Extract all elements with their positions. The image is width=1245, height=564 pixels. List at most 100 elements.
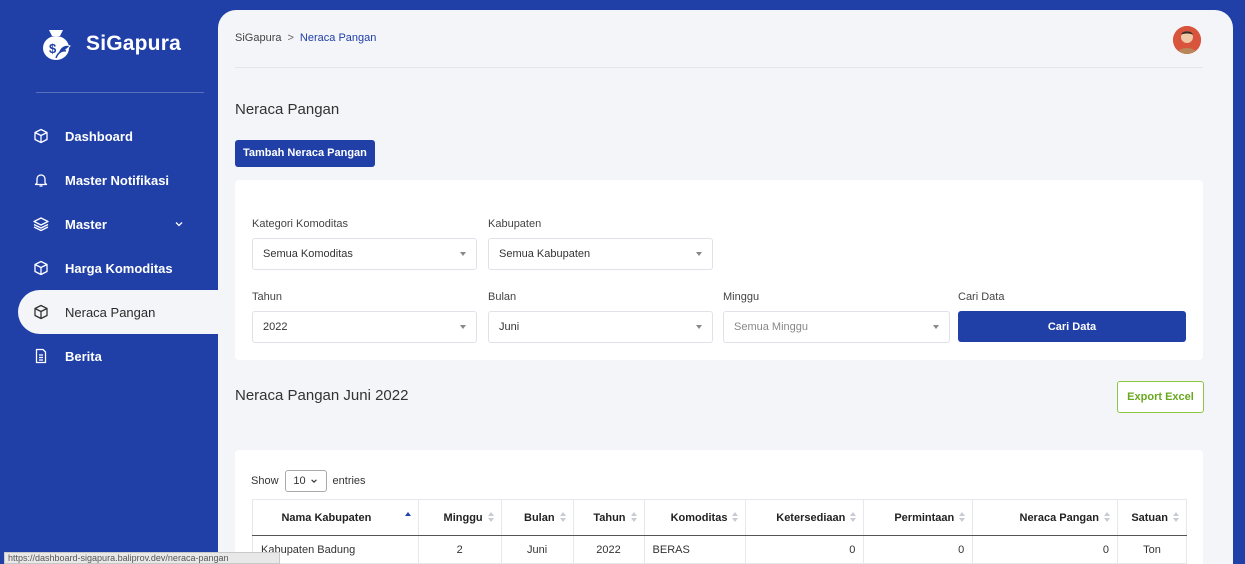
topbar: SiGapura > Neraca Pangan <box>235 10 1203 68</box>
sidebar-nav: Dashboard Master Notifikasi Master Harga… <box>0 114 218 378</box>
sidebar-item-master-notifikasi[interactable]: Master Notifikasi <box>0 158 218 202</box>
cell-satuan: Ton <box>1116 535 1188 564</box>
sidebar-item-label: Master <box>65 216 107 232</box>
cell-tahun: 2022 <box>572 535 645 564</box>
col-bulan[interactable]: Bulan <box>500 499 574 536</box>
caret-down-icon <box>933 325 939 329</box>
col-permintaan[interactable]: Permintaan <box>863 499 974 536</box>
kategori-label: Kategori Komoditas <box>252 218 348 230</box>
sort-icon <box>732 512 739 524</box>
col-satuan[interactable]: Satuan <box>1116 499 1188 536</box>
sort-icon <box>850 512 857 524</box>
cari-data-button[interactable]: Cari Data <box>958 311 1186 342</box>
sidebar-item-label: Dashboard <box>65 128 133 144</box>
sidebar-item-label: Berita <box>65 348 102 364</box>
sidebar-item-neraca-pangan[interactable]: Neraca Pangan <box>18 290 218 334</box>
table-row[interactable]: Kabupaten Badung 2 Juni 2022 BERAS 0 0 0… <box>252 535 1188 564</box>
breadcrumb: SiGapura > Neraca Pangan <box>235 32 376 44</box>
caret-down-icon <box>460 325 466 329</box>
kabupaten-label: Kabupaten <box>488 218 542 230</box>
cari-data-label: Cari Data <box>958 291 1005 303</box>
sort-icon <box>559 512 566 524</box>
table-card: Show 10 entries Nama Kabupaten Minggu Bu… <box>235 450 1203 564</box>
sidebar-item-harga-komoditas[interactable]: Harga Komoditas <box>0 246 218 290</box>
sidebar-item-label: Neraca Pangan <box>65 304 156 320</box>
cell-komoditas: BERAS <box>643 535 747 564</box>
sort-icon <box>487 512 494 524</box>
caret-down-icon <box>460 252 466 256</box>
bulan-select[interactable]: Juni <box>488 311 713 343</box>
cube-icon <box>33 260 49 276</box>
col-label: Neraca Pangan <box>1019 511 1099 524</box>
col-label: Satuan <box>1131 511 1168 524</box>
sort-asc-icon <box>404 512 411 524</box>
minggu-select[interactable]: Semua Minggu <box>723 311 950 343</box>
bulan-label: Bulan <box>488 291 517 303</box>
chevron-down-icon <box>310 479 317 483</box>
cell-permintaan: 0 <box>863 535 974 564</box>
sort-icon <box>1103 512 1110 524</box>
chevron-down-icon <box>175 222 183 227</box>
col-neraca-pangan[interactable]: Neraca Pangan <box>972 499 1118 536</box>
col-nama-kabupaten[interactable]: Nama Kabupaten <box>252 499 419 536</box>
svg-text:$: $ <box>49 41 57 56</box>
entries-length-select[interactable]: 10 <box>284 470 327 492</box>
kabupaten-select[interactable]: Semua Kabupaten <box>488 238 713 270</box>
brand[interactable]: $ SiGapura <box>36 24 181 64</box>
minggu-value: Semua Minggu <box>734 321 808 333</box>
cell-ketersediaan: 0 <box>745 535 865 564</box>
sidebar-item-label: Master Notifikasi <box>65 172 170 188</box>
col-ketersediaan[interactable]: Ketersediaan <box>745 499 865 536</box>
caret-down-icon <box>696 325 702 329</box>
col-tahun[interactable]: Tahun <box>572 499 645 536</box>
brand-name: SiGapura <box>86 32 181 55</box>
breadcrumb-current[interactable]: Neraca Pangan <box>300 32 376 44</box>
sidebar-item-master[interactable]: Master <box>0 202 218 246</box>
sidebar-item-dashboard[interactable]: Dashboard <box>0 114 218 158</box>
tahun-value: 2022 <box>263 321 288 333</box>
avatar[interactable] <box>1173 26 1201 54</box>
col-label: Tahun <box>593 511 626 524</box>
cell-bulan: Juni <box>500 535 574 564</box>
cube-icon <box>33 304 49 320</box>
cube-icon <box>33 128 49 144</box>
col-komoditas[interactable]: Komoditas <box>643 499 747 536</box>
browser-status-url: https://dashboard-sigapura.baliprov.dev/… <box>4 552 280 564</box>
col-label: Nama Kabupaten <box>281 511 372 524</box>
money-bag-logo-icon: $ <box>43 30 71 60</box>
table-header-row: Nama Kabupaten Minggu Bulan Tahun Komodi… <box>252 499 1188 536</box>
sidebar: $ SiGapura Dashboard Master Notifikasi M… <box>0 0 218 564</box>
minggu-label: Minggu <box>723 291 760 303</box>
col-label: Komoditas <box>670 511 728 524</box>
bulan-value: Juni <box>499 321 520 333</box>
tahun-select[interactable]: 2022 <box>252 311 477 343</box>
sort-icon <box>959 512 966 524</box>
cell-neraca-pangan: 0 <box>972 535 1118 564</box>
kategori-select[interactable]: Semua Komoditas <box>252 238 477 270</box>
length-control: Show 10 entries <box>251 470 366 492</box>
breadcrumb-root[interactable]: SiGapura <box>235 32 281 44</box>
breadcrumb-separator: > <box>287 32 294 44</box>
tahun-label: Tahun <box>252 291 282 303</box>
entries-label: entries <box>332 475 366 487</box>
sort-icon <box>1173 512 1179 524</box>
layers-icon <box>33 216 49 232</box>
col-label: Ketersediaan <box>776 511 846 524</box>
col-label: Permintaan <box>894 511 955 524</box>
export-excel-button[interactable]: Export Excel <box>1117 381 1204 413</box>
kabupaten-value: Semua Kabupaten <box>499 248 591 260</box>
col-label: Bulan <box>524 511 555 524</box>
kategori-value: Semua Komoditas <box>263 248 353 260</box>
brand-divider <box>36 92 204 93</box>
sort-icon <box>630 512 637 524</box>
sidebar-item-berita[interactable]: Berita <box>0 334 218 378</box>
section-title: Neraca Pangan Juni 2022 <box>235 387 409 404</box>
cell-minggu: 2 <box>417 535 502 564</box>
length-value: 10 <box>293 475 306 487</box>
main-content: SiGapura > Neraca Pangan Neraca Pangan Tam… <box>218 10 1233 564</box>
document-icon <box>33 348 49 364</box>
page-title: Neraca Pangan <box>235 101 340 118</box>
add-neraca-pangan-button[interactable]: Tambah Neraca Pangan <box>235 140 375 167</box>
neraca-table: Nama Kabupaten Minggu Bulan Tahun Komodi… <box>252 499 1188 564</box>
col-minggu[interactable]: Minggu <box>417 499 502 536</box>
